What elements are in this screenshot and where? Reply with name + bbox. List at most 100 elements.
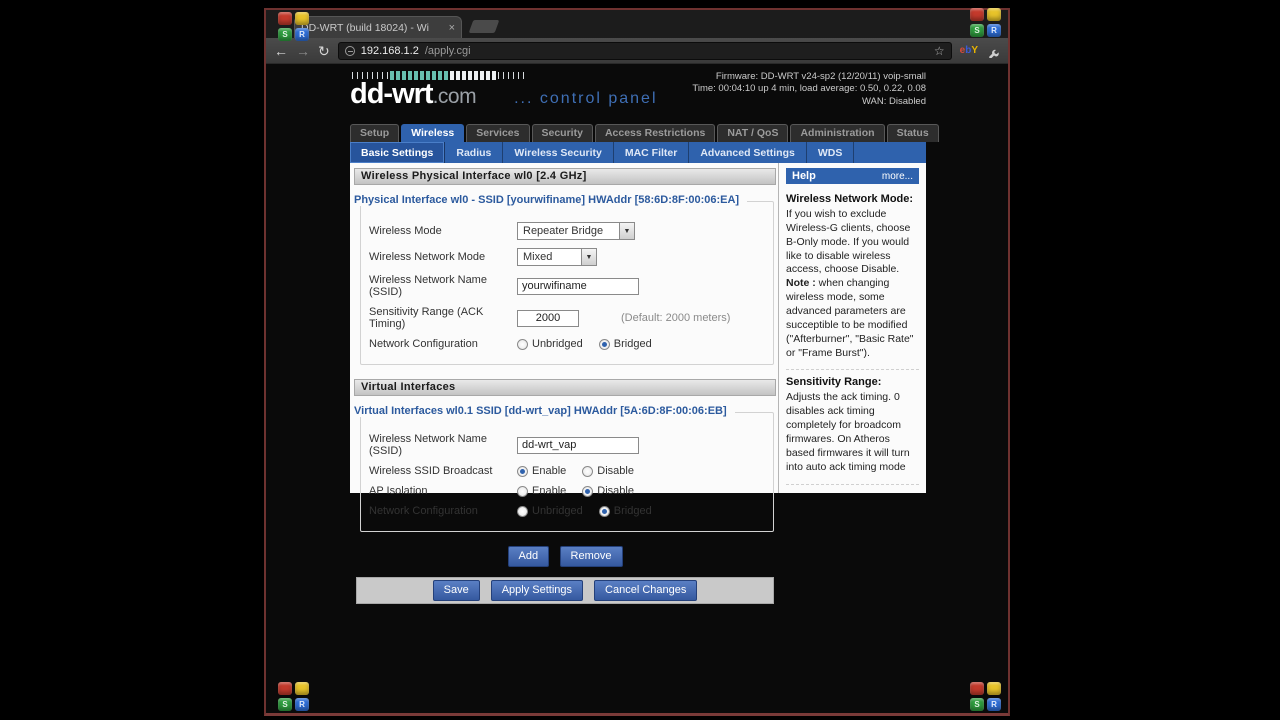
browser-window: DD-WRT (build 18024) - Wi × ← → ↻ 192.16… — [264, 8, 1010, 716]
virtual-interfaces-legend: Virtual Interfaces wl0.1 SSID [dd-wrt_va… — [354, 405, 735, 417]
watermark-red-square — [970, 682, 984, 695]
help-topic-2-body: Adjusts the ack timing. 0 disables ack t… — [786, 391, 910, 473]
broadcast-enable-radio[interactable] — [517, 465, 528, 477]
tab-security[interactable]: Security — [531, 124, 593, 142]
watermark-green-square: S — [970, 24, 984, 37]
ack-timing-input[interactable] — [517, 309, 579, 327]
address-bar[interactable]: 192.168.1.2/apply.cgi ☆ — [337, 41, 952, 60]
apply-settings-button[interactable]: Apply Settings — [490, 580, 584, 601]
tab-nat-qos[interactable]: NAT / QoS — [717, 124, 789, 142]
browser-toolbar: ← → ↻ 192.168.1.2/apply.cgi ☆ ebY — [266, 38, 1008, 64]
watermark-yellow-square — [295, 682, 309, 695]
ebay-extension-icon[interactable]: ebY — [960, 45, 978, 56]
help-divider — [786, 369, 919, 371]
watermark-blue-square: R — [295, 28, 309, 41]
chevron-down-icon: ▼ — [581, 249, 596, 265]
forward-icon[interactable]: → — [296, 44, 310, 58]
tab-setup[interactable]: Setup — [350, 124, 400, 142]
watermark-badge-top-right: S R — [970, 8, 1003, 38]
bookmark-star-icon[interactable]: ☆ — [934, 44, 945, 58]
help-divider — [786, 483, 919, 485]
help-topic-1-body: If you wish to exclude Wireless-G client… — [786, 208, 914, 359]
subtab-wireless-security[interactable]: Wireless Security — [503, 142, 614, 163]
wireless-subtabs: Basic Settings Radius Wireless Security … — [350, 142, 926, 163]
ddwrt-logo-tld: .com — [432, 85, 477, 108]
ssid-broadcast-label: Wireless SSID Broadcast — [369, 465, 493, 477]
reload-icon[interactable]: ↻ — [318, 44, 330, 58]
watermark-green-square: S — [278, 28, 292, 41]
vap-ssid-input[interactable] — [517, 436, 639, 454]
watermark-blue-square: R — [987, 698, 1001, 711]
tab-administration[interactable]: Administration — [790, 124, 885, 142]
physical-interface-legend: Physical Interface wl0 - SSID [yourwifin… — [354, 194, 748, 206]
subtab-radius[interactable]: Radius — [445, 142, 504, 163]
tab-close-icon[interactable]: × — [449, 22, 455, 34]
firmware-info: Firmware: DD-WRT v24-sp2 (12/20/11) voip… — [715, 71, 926, 82]
add-button[interactable]: Add — [507, 546, 550, 567]
watermark-red-square — [278, 682, 292, 695]
watermark-green-square: S — [278, 698, 292, 711]
help-sidebar: Help more... Wireless Network Mode: If y… — [778, 163, 926, 493]
network-mode-select[interactable]: Mixed ▼ — [517, 248, 597, 266]
watermark-red-square — [970, 8, 984, 21]
virtual-interfaces-group: Virtual Interfaces wl0.1 SSID [dd-wrt_va… — [354, 405, 774, 532]
watermark-badge-bottom-left: S R — [278, 682, 311, 712]
watermark-blue-square: R — [987, 24, 1001, 37]
vap-unbridged-radio[interactable] — [517, 505, 528, 517]
subtab-basic-settings[interactable]: Basic Settings — [350, 142, 446, 163]
url-path: /apply.cgi — [424, 44, 471, 57]
site-info-icon[interactable] — [344, 45, 355, 56]
url-host: 192.168.1.2 — [360, 44, 419, 57]
wrench-menu-icon[interactable] — [986, 44, 1000, 58]
physical-interface-section-title: Wireless Physical Interface wl0 [2.4 GHz… — [354, 168, 776, 185]
new-tab-button[interactable] — [468, 20, 500, 33]
tab-services[interactable]: Services — [466, 124, 530, 142]
watermark-red-square — [278, 12, 292, 25]
vap-ssid-label: Wireless Network Name (SSID) — [369, 433, 487, 457]
time-info: Time: 00:04:10 up 4 min, load average: 0… — [692, 83, 926, 95]
help-topic-2-title: Sensitivity Range: — [786, 376, 882, 389]
broadcast-disable-radio[interactable] — [582, 465, 594, 477]
isolation-disable-radio[interactable] — [582, 485, 594, 497]
back-icon[interactable]: ← — [274, 44, 288, 58]
cancel-changes-button[interactable]: Cancel Changes — [594, 580, 698, 601]
network-mode-label: Wireless Network Mode — [369, 251, 486, 263]
tab-wireless[interactable]: Wireless — [401, 124, 465, 142]
ap-isolation-label: AP Isolation — [369, 485, 428, 497]
watermark-yellow-square — [295, 12, 309, 25]
subtab-mac-filter[interactable]: MAC Filter — [614, 142, 690, 163]
ssid-input[interactable] — [517, 277, 639, 295]
vap-network-config-label: Network Configuration — [369, 505, 478, 517]
isolation-enable-radio[interactable] — [517, 485, 528, 497]
ddwrt-masthead: dd-wrt .com ... control panel Firmware: D… — [350, 70, 926, 117]
ack-default-note: (Default: 2000 meters) — [621, 312, 731, 324]
remove-button[interactable]: Remove — [559, 546, 623, 567]
physical-interface-group: Physical Interface wl0 - SSID [yourwifin… — [354, 194, 774, 365]
main-nav-tabs: Setup Wireless Services Security Access … — [350, 124, 939, 142]
browser-tab[interactable]: DD-WRT (build 18024) - Wi × — [294, 16, 462, 38]
watermark-badge-top-left: S R — [278, 12, 311, 42]
ack-timing-label: Sensitivity Range (ACK Timing) — [369, 306, 484, 330]
ssid-label: Wireless Network Name (SSID) — [369, 274, 487, 298]
subtab-wds[interactable]: WDS — [807, 142, 855, 163]
watermark-blue-square: R — [295, 698, 309, 711]
tab-status[interactable]: Status — [886, 124, 939, 142]
subtab-advanced-settings[interactable]: Advanced Settings — [689, 142, 807, 163]
help-more-link[interactable]: more... — [882, 171, 913, 182]
wireless-mode-select[interactable]: Repeater Bridge ▼ — [517, 222, 635, 240]
help-topic-1-title: Wireless Network Mode: — [786, 193, 914, 205]
help-title: Help — [792, 170, 816, 182]
watermark-yellow-square — [987, 682, 1001, 695]
watermark-green-square: S — [970, 698, 984, 711]
chevron-down-icon: ▼ — [619, 223, 634, 239]
bridged-radio[interactable] — [598, 338, 610, 350]
control-panel-tagline: ... control panel — [514, 90, 658, 107]
save-button[interactable]: Save — [432, 580, 480, 601]
action-bar: Save Apply Settings Cancel Changes — [356, 577, 774, 604]
page-viewport: dd-wrt .com ... control panel Firmware: D… — [266, 64, 1008, 713]
vap-bridged-radio[interactable] — [598, 505, 610, 517]
unbridged-radio[interactable] — [517, 338, 528, 350]
browser-tabstrip: DD-WRT (build 18024) - Wi × — [266, 10, 1008, 38]
wireless-mode-label: Wireless Mode — [369, 225, 442, 237]
tab-access-restrictions[interactable]: Access Restrictions — [594, 124, 716, 142]
